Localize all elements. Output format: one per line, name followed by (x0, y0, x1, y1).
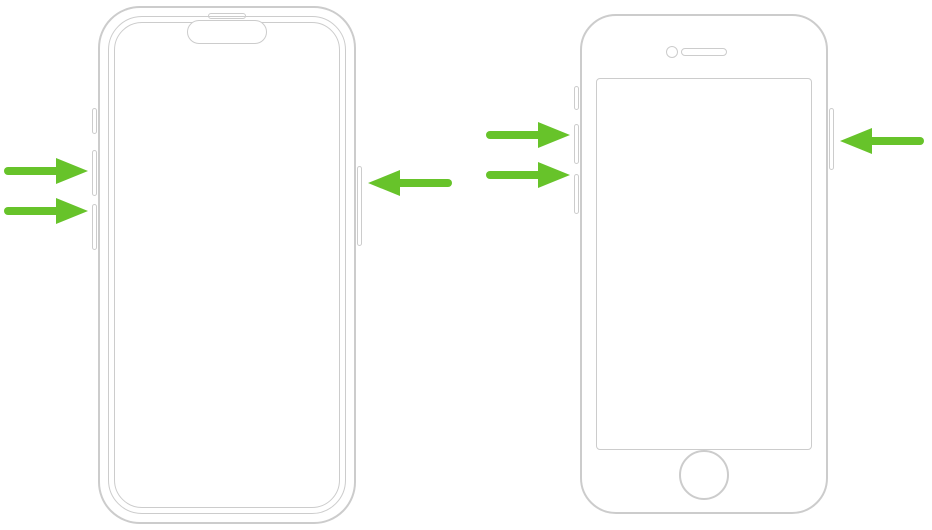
classic-side-button (829, 108, 834, 170)
arrow-right-icon (486, 162, 570, 188)
arrow-right-icon (4, 198, 88, 224)
arrow-left-icon (840, 128, 924, 154)
arrow-left-icon (368, 170, 452, 196)
phone-modern (98, 6, 356, 524)
phone-modern-screen (114, 22, 340, 508)
modern-ringer-switch (92, 108, 97, 134)
phone-classic (580, 14, 828, 514)
front-camera (666, 46, 678, 58)
dynamic-island (187, 20, 267, 44)
modern-side-button (357, 166, 362, 246)
modern-volume-down-button (92, 204, 97, 250)
earpiece-speaker (681, 48, 727, 56)
phone-classic-screen (596, 78, 812, 450)
classic-volume-up-button (574, 124, 579, 164)
arrow-right-icon (4, 158, 88, 184)
diagram-stage (0, 0, 932, 530)
classic-ringer-switch (574, 86, 579, 110)
classic-volume-down-button (574, 174, 579, 214)
arrow-right-icon (486, 122, 570, 148)
home-button (679, 450, 729, 500)
modern-volume-up-button (92, 150, 97, 196)
